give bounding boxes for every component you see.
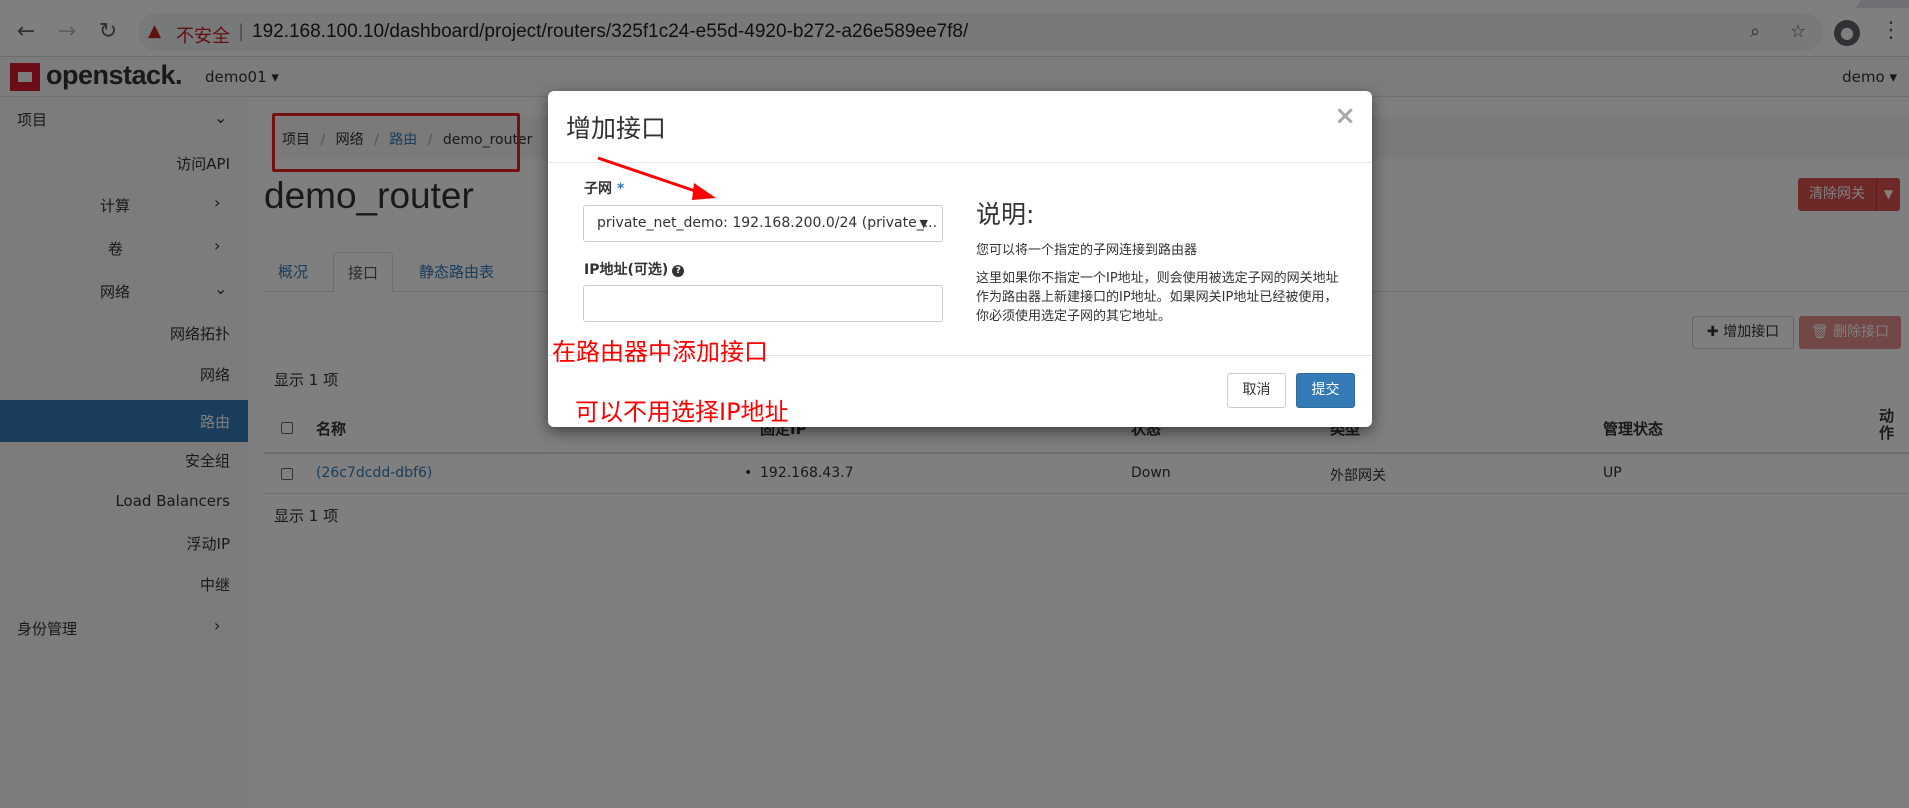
arrow-line <box>597 156 705 196</box>
arrow-head <box>692 183 716 200</box>
annotation-ip-optional: 可以不用选择IP地址 <box>575 398 789 426</box>
annotation-arrow <box>597 156 716 200</box>
annotation-add-interface: 在路由器中添加接口 <box>552 338 768 366</box>
